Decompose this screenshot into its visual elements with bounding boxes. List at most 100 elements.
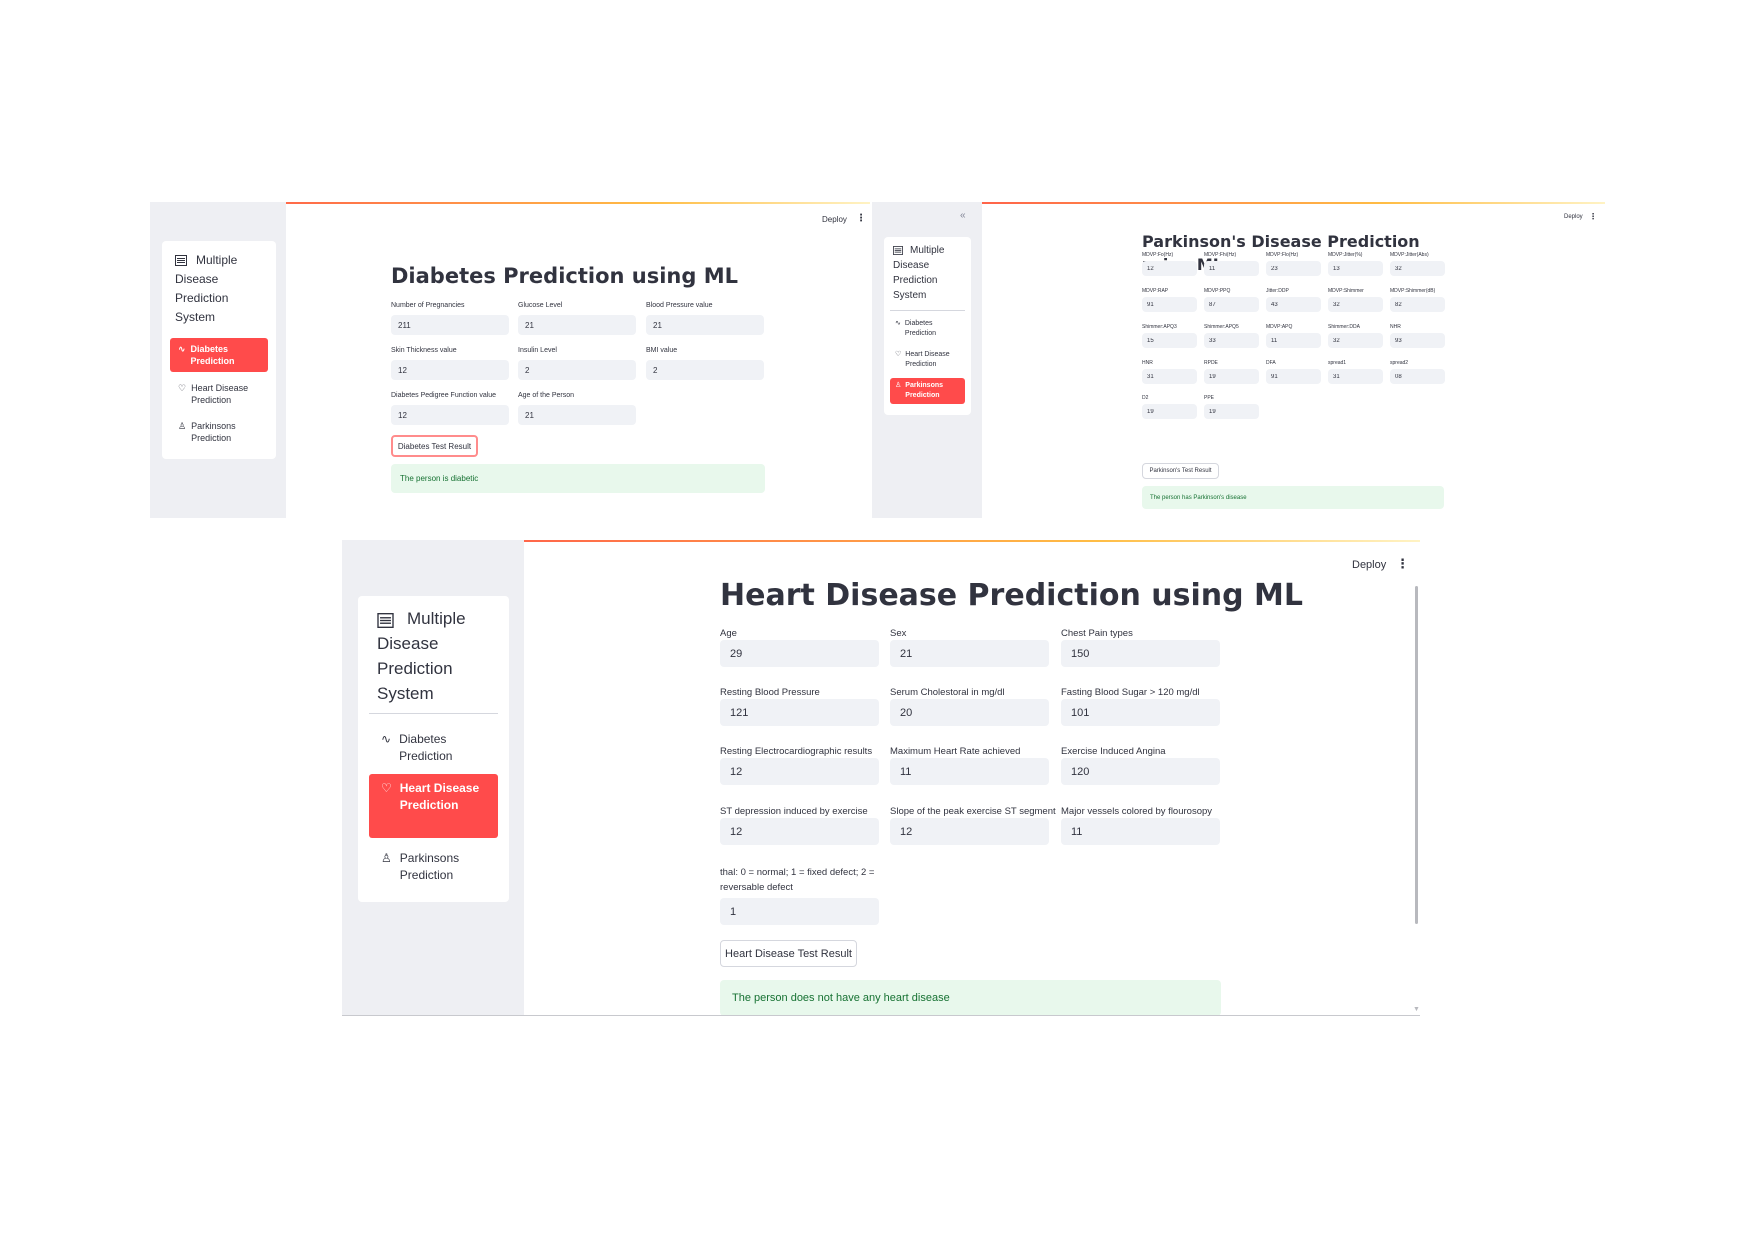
person-icon: ♙ bbox=[895, 382, 902, 389]
glucose-input[interactable] bbox=[518, 315, 636, 335]
bmi-input[interactable] bbox=[646, 360, 764, 380]
pregnancies-input[interactable] bbox=[391, 315, 509, 335]
brand-line: System bbox=[893, 290, 927, 301]
nav-diabetes[interactable]: ∿ Diabetes Prediction bbox=[369, 728, 498, 768]
deploy-button[interactable]: Deploy bbox=[822, 215, 847, 224]
field-label: Skin Thickness value bbox=[391, 347, 457, 354]
blood-pressure-input[interactable] bbox=[646, 315, 764, 335]
field-label: BMI value bbox=[646, 347, 678, 354]
nav-parkinsons[interactable]: ♙ Parkinsons Prediction bbox=[170, 415, 268, 449]
field-label: Slope of the peak exercise ST segment bbox=[890, 806, 1056, 817]
field-label: Shimmer:DDA bbox=[1328, 324, 1360, 330]
field-label: Diabetes Pedigree Function value bbox=[391, 392, 497, 399]
kebab-icon[interactable]: ⋮ bbox=[1589, 212, 1597, 221]
field-label: MDVP:PPQ bbox=[1204, 288, 1231, 294]
nav-parkinsons[interactable]: ♙ Parkinsons Prediction bbox=[890, 378, 965, 404]
kebab-icon[interactable]: ⋮ bbox=[1396, 556, 1409, 572]
age-input[interactable] bbox=[518, 405, 636, 425]
parkinsons-input[interactable] bbox=[1328, 261, 1383, 276]
parkinsons-input[interactable] bbox=[1204, 261, 1259, 276]
heart-input[interactable] bbox=[890, 699, 1049, 726]
field-label: Number of Pregnancies bbox=[391, 302, 465, 309]
heart-input[interactable] bbox=[1061, 818, 1220, 845]
parkinsons-screenshot: « Multiple Disease Prediction System ∿ D… bbox=[872, 202, 1605, 518]
heart-input[interactable] bbox=[1061, 758, 1220, 785]
parkinsons-input[interactable] bbox=[1142, 404, 1197, 419]
heart-input[interactable] bbox=[890, 818, 1049, 845]
heart-input[interactable] bbox=[1061, 699, 1220, 726]
brand-line: Multiple bbox=[196, 253, 238, 267]
parkinsons-input[interactable] bbox=[1328, 333, 1383, 348]
activity-icon: ∿ bbox=[381, 732, 392, 746]
parkinsons-input[interactable] bbox=[1142, 261, 1197, 276]
parkinsons-input[interactable] bbox=[1266, 369, 1321, 384]
parkinsons-input[interactable] bbox=[1390, 333, 1445, 348]
field-label: Shimmer:APQ3 bbox=[1142, 324, 1177, 330]
field-label: RPDE bbox=[1204, 360, 1218, 366]
nav-diabetes[interactable]: ∿ Diabetes Prediction bbox=[890, 316, 965, 342]
parkinsons-input[interactable] bbox=[1204, 404, 1259, 419]
heart-input[interactable] bbox=[720, 758, 879, 785]
field-label: Chest Pain types bbox=[1061, 628, 1133, 639]
nav-heart[interactable]: ♡ Heart Disease Prediction bbox=[170, 377, 268, 411]
nav-heart-label: Heart Disease Prediction bbox=[399, 781, 480, 812]
scroll-down-icon[interactable]: ▼ bbox=[1413, 1006, 1420, 1013]
parkinsons-input[interactable] bbox=[1142, 369, 1197, 384]
parkinsons-input[interactable] bbox=[1266, 261, 1321, 276]
heart-input[interactable] bbox=[890, 758, 1049, 785]
divider bbox=[369, 713, 498, 714]
skin-thickness-input[interactable] bbox=[391, 360, 509, 380]
parkinsons-input[interactable] bbox=[1266, 333, 1321, 348]
parkinsons-input[interactable] bbox=[1390, 369, 1445, 384]
nav-diabetes-label: Diabetes Prediction bbox=[190, 344, 235, 366]
nav-heart-label: Heart Disease Prediction bbox=[191, 383, 249, 405]
parkinsons-input[interactable] bbox=[1266, 297, 1321, 312]
parkinsons-input[interactable] bbox=[1390, 261, 1445, 276]
result-alert: The person does not have any heart disea… bbox=[720, 980, 1221, 1016]
nav-parkinsons[interactable]: ♙ Parkinsons Prediction bbox=[369, 847, 498, 887]
heart-input[interactable] bbox=[720, 699, 879, 726]
field-label: Resting Blood Pressure bbox=[720, 687, 820, 698]
heart-input[interactable] bbox=[720, 898, 879, 925]
brand: Multiple Disease Prediction System bbox=[175, 251, 237, 327]
heart-input[interactable] bbox=[720, 640, 879, 667]
collapse-sidebar-button[interactable]: « bbox=[960, 210, 966, 221]
deploy-button[interactable]: Deploy bbox=[1564, 214, 1583, 220]
heart-input[interactable] bbox=[720, 818, 879, 845]
parkinsons-input[interactable] bbox=[1328, 297, 1383, 312]
parkinsons-input[interactable] bbox=[1142, 297, 1197, 312]
brand-line: Prediction bbox=[893, 275, 938, 286]
nav-heart[interactable]: ♡ Heart Disease Prediction bbox=[369, 774, 498, 838]
nav-diabetes[interactable]: ∿ Diabetes Prediction bbox=[170, 338, 268, 372]
person-icon: ♙ bbox=[178, 421, 187, 431]
field-label: ST depression induced by exercise bbox=[720, 806, 868, 817]
diabetes-test-button[interactable]: Diabetes Test Result bbox=[391, 435, 478, 457]
heart-test-button[interactable]: Heart Disease Test Result bbox=[720, 940, 857, 967]
parkinsons-input[interactable] bbox=[1204, 369, 1259, 384]
scrollbar[interactable] bbox=[1415, 586, 1418, 924]
parkinsons-input[interactable] bbox=[1390, 297, 1445, 312]
nav-heart[interactable]: ♡ Heart Disease Prediction bbox=[890, 347, 965, 373]
insulin-input[interactable] bbox=[518, 360, 636, 380]
deploy-button[interactable]: Deploy bbox=[1352, 559, 1386, 571]
brand: Multiple Disease Prediction System bbox=[377, 606, 466, 706]
brand-line: System bbox=[377, 684, 434, 703]
field-label: Age bbox=[720, 628, 737, 639]
sidebar-menu: Multiple Disease Prediction System ∿ Dia… bbox=[358, 596, 509, 902]
kebab-icon[interactable]: ⋮ bbox=[856, 213, 866, 224]
field-label: Glucose Level bbox=[518, 302, 563, 309]
brand-title: Multiple Disease Prediction System bbox=[377, 606, 466, 706]
pedigree-input[interactable] bbox=[391, 405, 509, 425]
heart-input[interactable] bbox=[1061, 640, 1220, 667]
parkinsons-input[interactable] bbox=[1328, 369, 1383, 384]
heart-input[interactable] bbox=[890, 640, 1049, 667]
field-label: HNR bbox=[1142, 360, 1153, 366]
parkinsons-test-button[interactable]: Parkinson's Test Result bbox=[1142, 463, 1219, 479]
parkinsons-input[interactable] bbox=[1204, 333, 1259, 348]
brand-line: System bbox=[175, 310, 216, 324]
sidebar-menu: Multiple Disease Prediction System ∿ Dia… bbox=[162, 241, 276, 459]
brand-line: Disease bbox=[893, 260, 930, 271]
parkinsons-input[interactable] bbox=[1204, 297, 1259, 312]
parkinsons-input[interactable] bbox=[1142, 333, 1197, 348]
diabetes-screenshot: Multiple Disease Prediction System ∿ Dia… bbox=[150, 202, 870, 518]
